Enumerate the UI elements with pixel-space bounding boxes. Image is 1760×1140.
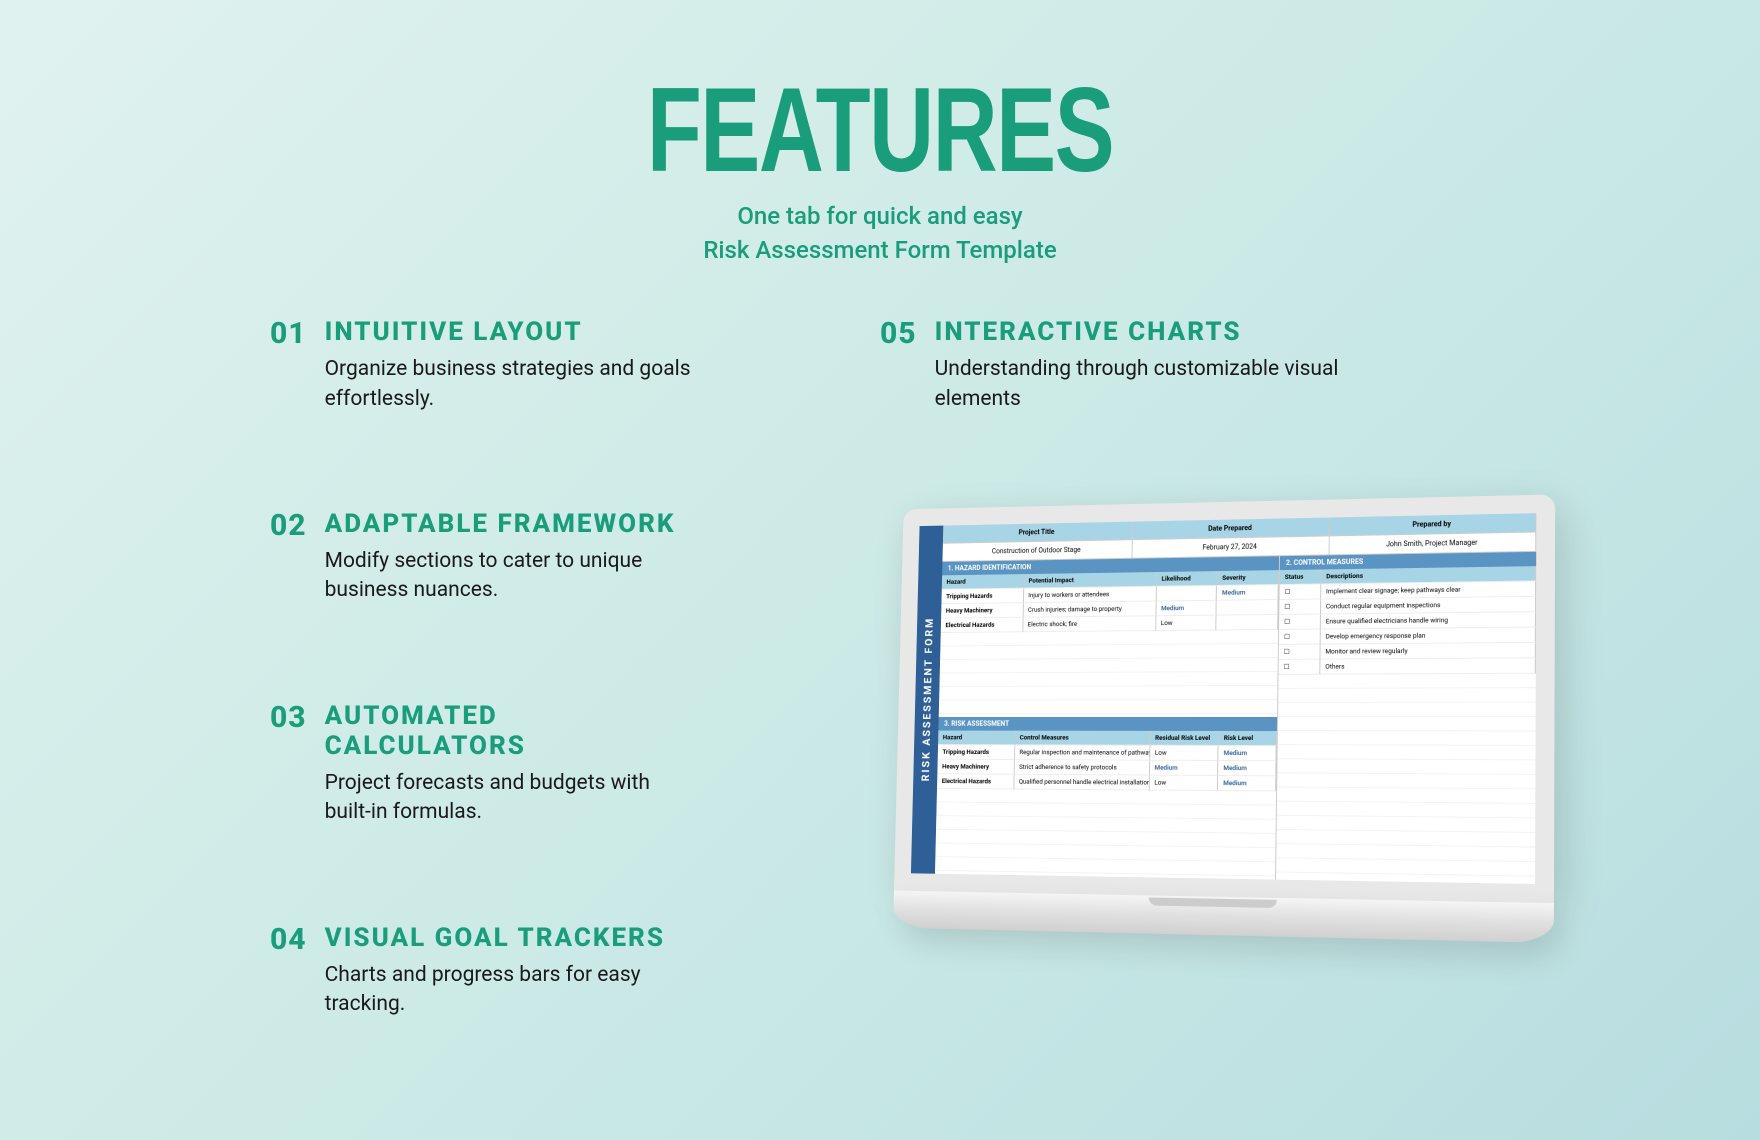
feature-item-3: 03 AUTOMATED CALCULATORS Project forecas… [270, 701, 700, 828]
cell-severity: Medium [1217, 585, 1279, 601]
hero-section: FEATURES One tab for quick and easy Risk… [270, 70, 1490, 267]
feature-content: ADAPTABLE FRAMEWORK Modify sections to c… [325, 509, 700, 606]
table-row: Tripping Hazards Regular inspection and … [938, 745, 1277, 761]
cell-status: ☐ [1279, 599, 1321, 614]
feature-content: INTUITIVE LAYOUT Organize business strat… [325, 317, 700, 414]
cell-hazard: Heavy Machinery [937, 760, 1014, 775]
feature-content: AUTOMATED CALCULATORS Project forecasts … [325, 701, 700, 828]
cell-status: ☐ [1279, 614, 1321, 629]
subtitle-line-1: One tab for quick and easy [737, 202, 1022, 230]
table-row: ☐ Others [1279, 658, 1536, 675]
cell-control: Qualified personnel handle electrical in… [1014, 775, 1150, 791]
feature-title: ADAPTABLE FRAMEWORK [325, 509, 700, 539]
cell-impact: Crush injuries; damage to property [1023, 601, 1156, 617]
cell-hazard: Electrical Hazards [941, 618, 1023, 633]
feature-item-5: 05 INTERACTIVE CHARTS Understanding thro… [880, 317, 1360, 414]
feature-number: 01 [270, 317, 307, 414]
feature-content: VISUAL GOAL TRACKERS Charts and progress… [325, 923, 700, 1020]
cell-severity [1217, 600, 1279, 616]
cell-risk: Medium [1218, 761, 1276, 776]
page-subtitle: One tab for quick and easy Risk Assessme… [270, 200, 1490, 267]
cell-status: ☐ [1279, 630, 1321, 645]
cell-residual: Low [1150, 746, 1219, 761]
empty-rows [939, 630, 1278, 717]
column-header: Hazard [942, 574, 1024, 590]
column-header: Hazard [938, 731, 1015, 746]
body-upper-row: 1. HAZARD IDENTIFICATION Hazard Potentia… [935, 552, 1536, 884]
feature-number: 04 [270, 923, 307, 1020]
feature-description: Project forecasts and budgets with built… [325, 769, 700, 828]
cell-desc: Monitor and review regularly [1320, 643, 1536, 660]
section-title: 3. RISK ASSESSMENT [938, 717, 1277, 731]
cell-risk: Medium [1219, 746, 1277, 761]
side-tab-label: RISK ASSESSMENT FORM [919, 617, 935, 782]
cell-severity [1217, 615, 1279, 631]
laptop-screen-frame: RISK ASSESSMENT FORM Project Title Date … [894, 494, 1555, 903]
cell-hazard: Tripping Hazards [938, 745, 1015, 760]
left-column: 01 INTUITIVE LAYOUT Organize business st… [270, 317, 700, 1114]
cell-hazard: Heavy Machinery [941, 603, 1023, 618]
column-header: Residual Risk Level [1150, 731, 1219, 746]
feature-number: 05 [880, 317, 917, 414]
laptop-mockup: RISK ASSESSMENT FORM Project Title Date … [893, 494, 1555, 943]
feature-title: INTUITIVE LAYOUT [325, 317, 700, 347]
column-header: Status [1280, 569, 1322, 585]
cell-hazard: Electrical Hazards [937, 774, 1014, 789]
column-header: Risk Level [1219, 731, 1277, 746]
cell-residual: Low [1149, 776, 1218, 791]
cell-likelihood [1156, 586, 1217, 602]
cell-likelihood: Medium [1156, 601, 1217, 617]
laptop-screen: RISK ASSESSMENT FORM Project Title Date … [911, 513, 1536, 884]
cell-control: Regular inspection and maintenance of pa… [1015, 745, 1151, 760]
cell-hazard: Tripping Hazards [941, 589, 1023, 605]
feature-item-1: 01 INTUITIVE LAYOUT Organize business st… [270, 317, 700, 414]
cell-risk: Medium [1218, 776, 1276, 791]
laptop-hinge [1149, 897, 1277, 908]
column-header: Control Measures [1015, 731, 1151, 746]
cell-impact: Electric shock; fire [1023, 616, 1156, 632]
header-label: Date Prepared [1132, 517, 1330, 539]
feature-title: VISUAL GOAL TRACKERS [325, 923, 700, 953]
cell-status: ☐ [1279, 645, 1321, 660]
table-row: ☐ Monitor and review regularly [1279, 643, 1536, 660]
feature-number: 03 [270, 701, 307, 828]
cell-control: Strict adherence to safety protocols [1014, 760, 1150, 776]
column-header: Likelihood [1157, 571, 1218, 587]
cell-desc: Develop emergency response plan [1321, 628, 1536, 645]
table-header-row: Hazard Control Measures Residual Risk Le… [938, 731, 1277, 747]
cell-likelihood: Low [1156, 616, 1217, 631]
feature-number: 02 [270, 509, 307, 606]
feature-title: AUTOMATED CALCULATORS [325, 701, 700, 761]
feature-item-4: 04 VISUAL GOAL TRACKERS Charts and progr… [270, 923, 700, 1020]
column-header: Severity [1217, 570, 1279, 586]
feature-description: Modify sections to cater to unique busin… [325, 547, 700, 606]
cell-desc: Others [1320, 658, 1536, 674]
empty-rows [935, 789, 1276, 880]
header-value: John Smith, Project Manager [1330, 532, 1536, 554]
cell-impact: Injury to workers or attendees [1023, 587, 1156, 603]
feature-description: Organize business strategies and goals e… [325, 355, 700, 414]
header-label: Project Title [943, 522, 1133, 543]
hazard-identification-panel: 1. HAZARD IDENTIFICATION Hazard Potentia… [935, 556, 1279, 879]
page-title: FEATURES [423, 70, 1338, 190]
feature-title: INTERACTIVE CHARTS [935, 317, 1360, 347]
spreadsheet-main: Project Title Date Prepared Prepared by … [935, 513, 1536, 884]
feature-content: INTERACTIVE CHARTS Understanding through… [935, 317, 1360, 414]
cell-status: ☐ [1280, 584, 1322, 600]
control-measures-panel: 2. CONTROL MEASURES Status Descriptions … [1275, 552, 1536, 884]
subtitle-line-2: Risk Assessment Form Template [703, 236, 1056, 264]
feature-description: Understanding through customizable visua… [935, 355, 1360, 414]
cell-residual: Medium [1150, 761, 1219, 776]
empty-rows [1276, 674, 1536, 884]
header-value: February 27, 2024 [1132, 536, 1330, 557]
spreadsheet-content: RISK ASSESSMENT FORM Project Title Date … [911, 513, 1536, 884]
header-value: Construction of Outdoor Stage [942, 540, 1132, 561]
feature-item-2: 02 ADAPTABLE FRAMEWORK Modify sections t… [270, 509, 700, 606]
feature-description: Charts and progress bars for easy tracki… [325, 961, 700, 1020]
cell-status: ☐ [1279, 660, 1321, 675]
